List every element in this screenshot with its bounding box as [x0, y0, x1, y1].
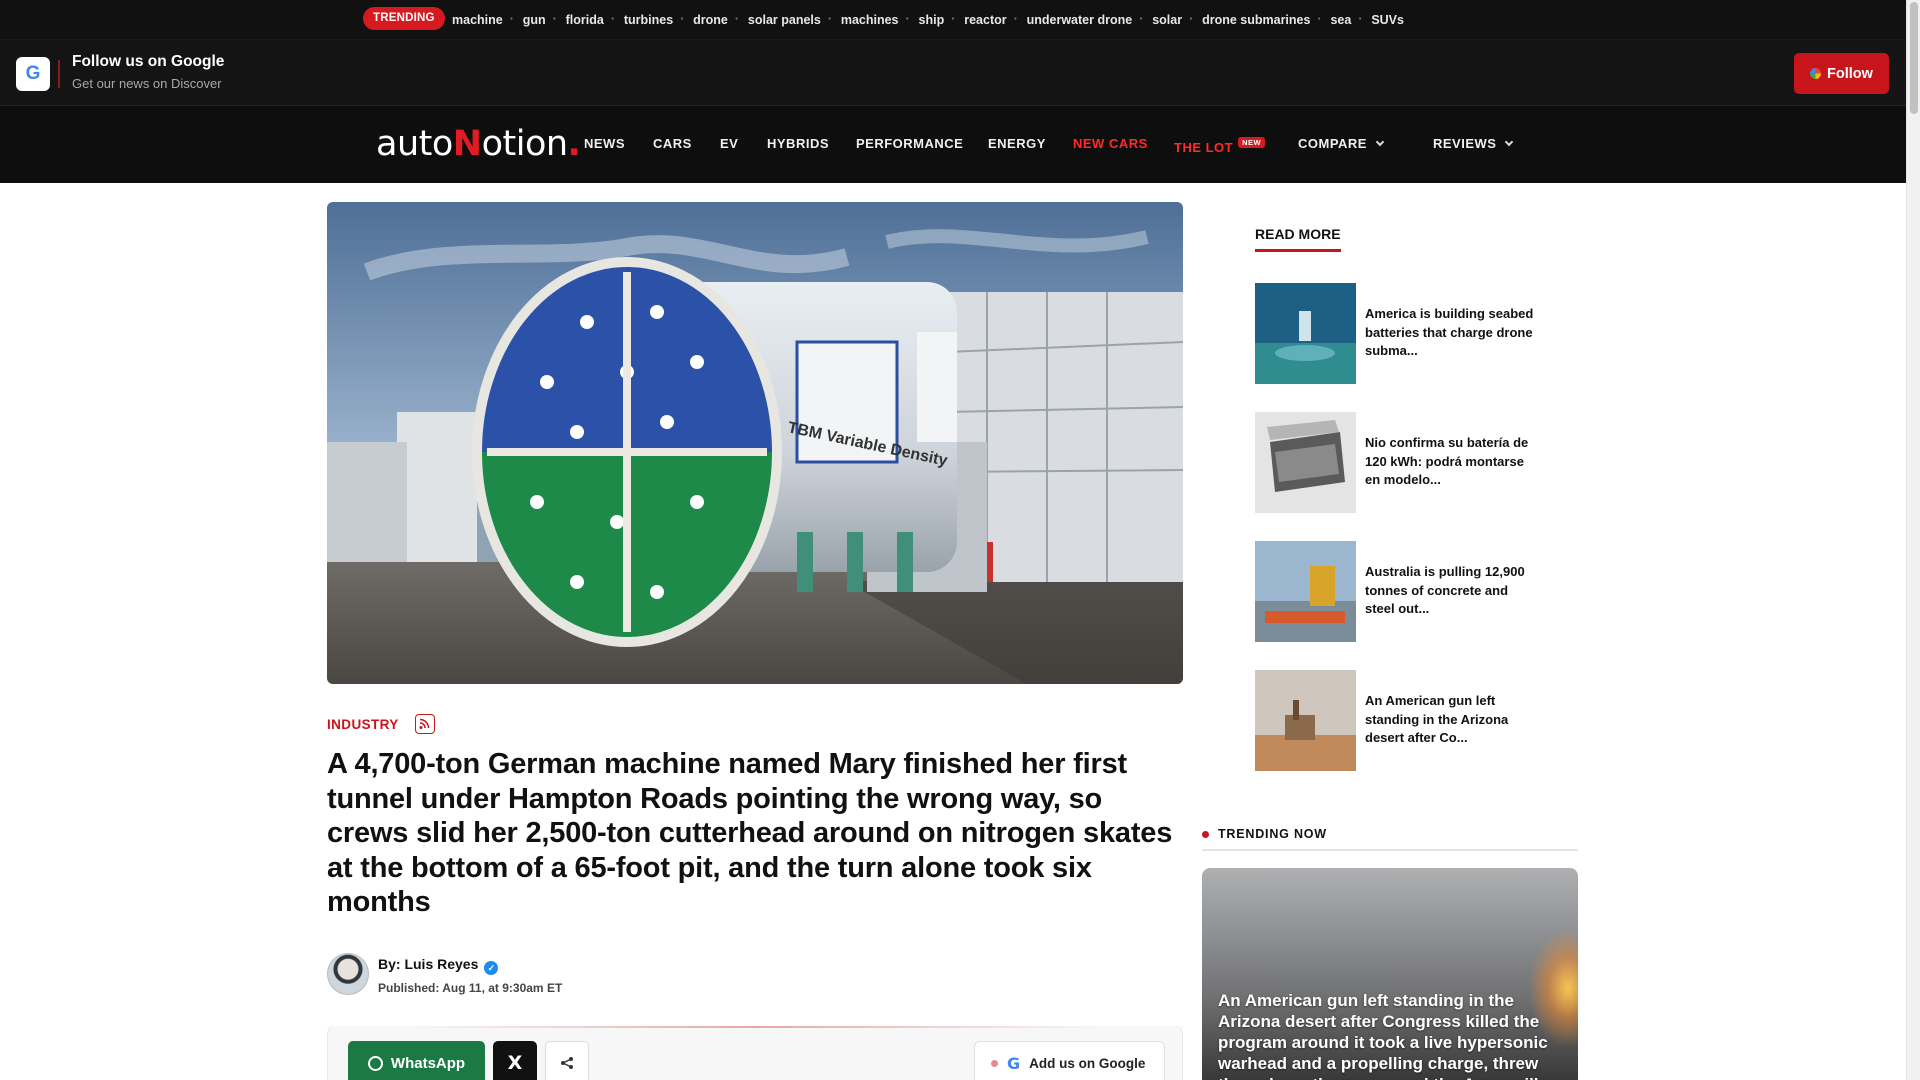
- rss-icon[interactable]: [415, 714, 435, 734]
- nav-ev[interactable]: EV: [720, 136, 738, 151]
- read-more-thumbnail: [1255, 541, 1356, 642]
- follow-button-label: Follow: [1827, 65, 1873, 82]
- trending-tag[interactable]: drone: [680, 12, 738, 27]
- trending-now-label: TRENDING NOW: [1218, 827, 1327, 841]
- whatsapp-share-button[interactable]: WhatsApp: [348, 1041, 485, 1080]
- add-us-on-google-button[interactable]: G Add us on Google: [974, 1041, 1165, 1080]
- follow-subtitle: Get our news on Discover: [72, 76, 222, 91]
- logo-suffix: otion: [481, 124, 568, 164]
- read-more-headline: An American gun left standing in the Ari…: [1365, 693, 1509, 745]
- trending-tag[interactable]: reactor: [951, 12, 1016, 27]
- read-more-thumbnail: [1255, 670, 1356, 771]
- author-byline[interactable]: By: Luis Reyes ✓: [378, 956, 499, 975]
- nav-the-lot-label: THE LOT: [1174, 140, 1234, 155]
- divider: [58, 60, 60, 88]
- trending-badge: TRENDING: [363, 7, 445, 30]
- nav-compare[interactable]: COMPARE: [1298, 136, 1385, 151]
- trending-tag[interactable]: machine: [452, 13, 513, 27]
- trending-tag[interactable]: SUVs: [1358, 12, 1414, 27]
- trending-tag[interactable]: sea: [1317, 12, 1361, 27]
- read-more-headline: Australia is pulling 12,900 tonnes of co…: [1365, 564, 1525, 616]
- bullet-icon: [1202, 831, 1209, 838]
- trending-tag[interactable]: drone submarines: [1189, 12, 1320, 27]
- read-more-headline: America is building seabed batteries tha…: [1365, 306, 1534, 358]
- x-share-button[interactable]: X: [493, 1041, 537, 1080]
- scrollbar[interactable]: [1906, 0, 1920, 1080]
- hero-image: TBM Variable Density: [327, 202, 1183, 684]
- trending-tag[interactable]: turbines: [611, 12, 683, 27]
- trending-tag[interactable]: solar: [1139, 12, 1192, 27]
- read-more-headline: Nio confirma su batería de 120 kWh: podr…: [1365, 435, 1529, 487]
- trending-tag[interactable]: solar panels: [735, 12, 831, 27]
- published-date: Published: Aug 11, at 9:30am ET: [378, 981, 563, 995]
- add-google-label: Add us on Google: [1029, 1055, 1146, 1071]
- verified-icon: ✓: [484, 961, 499, 975]
- main-nav: autoNotion. NEWS CARS EV HYBRIDS PERFORM…: [0, 106, 1906, 183]
- follow-button[interactable]: Follow: [1794, 53, 1889, 94]
- nav-reviews-label: REVIEWS: [1433, 136, 1497, 151]
- new-badge: NEW: [1238, 137, 1266, 148]
- nav-news[interactable]: NEWS: [584, 136, 625, 151]
- nav-compare-label: COMPARE: [1298, 136, 1367, 151]
- google-icon: G: [1007, 1053, 1021, 1073]
- read-more-item[interactable]: America is building seabed batteries tha…: [1255, 283, 1555, 384]
- logo-accent: N: [452, 124, 482, 164]
- author-avatar[interactable]: [327, 953, 369, 995]
- nav-cars[interactable]: CARS: [653, 136, 692, 151]
- share-button[interactable]: [545, 1041, 589, 1080]
- nav-new-cars[interactable]: NEW CARS: [1073, 136, 1148, 151]
- trending-now-card[interactable]: An American gun left standing in the Ari…: [1202, 868, 1578, 1080]
- trending-tag[interactable]: machines: [828, 12, 909, 27]
- follow-title: Follow us on Google: [72, 53, 225, 70]
- google-color-icon: [1810, 68, 1822, 79]
- trending-tag[interactable]: underwater drone: [1014, 12, 1143, 27]
- logo-prefix: auto: [376, 124, 453, 164]
- x-icon: X: [507, 1052, 523, 1074]
- nav-reviews[interactable]: REVIEWS: [1433, 136, 1514, 151]
- share-icon: [561, 1057, 573, 1069]
- nav-the-lot[interactable]: THE LOT NEW: [1174, 137, 1266, 155]
- trending-now-headline: An American gun left standing in the Ari…: [1218, 991, 1548, 1080]
- dot-icon: [991, 1059, 998, 1067]
- nav-performance[interactable]: PERFORMANCE: [856, 136, 963, 151]
- article-headline: A 4,700-ton German machine named Mary fi…: [327, 748, 1173, 918]
- nav-energy[interactable]: ENERGY: [988, 136, 1046, 151]
- trending-tag[interactable]: ship: [906, 12, 955, 27]
- read-more-item[interactable]: Nio confirma su batería de 120 kWh: podr…: [1255, 412, 1555, 513]
- author-name: By: Luis Reyes: [378, 956, 479, 972]
- google-icon: G: [16, 57, 50, 91]
- google-letter: G: [25, 63, 41, 84]
- trending-tags: machine gun florida turbines drone solar…: [452, 0, 1414, 39]
- chevron-down-icon: [1505, 137, 1514, 147]
- trending-now-title: TRENDING NOW: [1202, 827, 1578, 851]
- read-more-item[interactable]: An American gun left standing in the Ari…: [1255, 670, 1555, 771]
- trending-bar: TRENDING machine gun florida turbines dr…: [0, 0, 1906, 39]
- trending-tag[interactable]: florida: [553, 12, 614, 27]
- read-more-item[interactable]: Australia is pulling 12,900 tonnes of co…: [1255, 541, 1555, 642]
- chevron-down-icon: [1375, 137, 1385, 147]
- whatsapp-label: WhatsApp: [390, 1054, 466, 1072]
- scrollbar-thumb[interactable]: [1910, 2, 1918, 114]
- follow-google-bar: G Follow us on Google Get our news on Di…: [0, 39, 1906, 106]
- logo-dot: .: [567, 124, 581, 164]
- trending-tag[interactable]: gun: [510, 12, 556, 27]
- site-logo[interactable]: autoNotion.: [376, 124, 581, 164]
- nav-hybrids[interactable]: HYBRIDS: [767, 136, 829, 151]
- read-more-thumbnail: [1255, 283, 1356, 384]
- article-category[interactable]: INDUSTRY: [327, 717, 399, 732]
- read-more-thumbnail: [1255, 412, 1356, 513]
- whatsapp-icon: [367, 1055, 383, 1071]
- read-more-title: READ MORE: [1255, 226, 1341, 252]
- share-bar: WhatsApp X G Add us on Google: [327, 1026, 1184, 1080]
